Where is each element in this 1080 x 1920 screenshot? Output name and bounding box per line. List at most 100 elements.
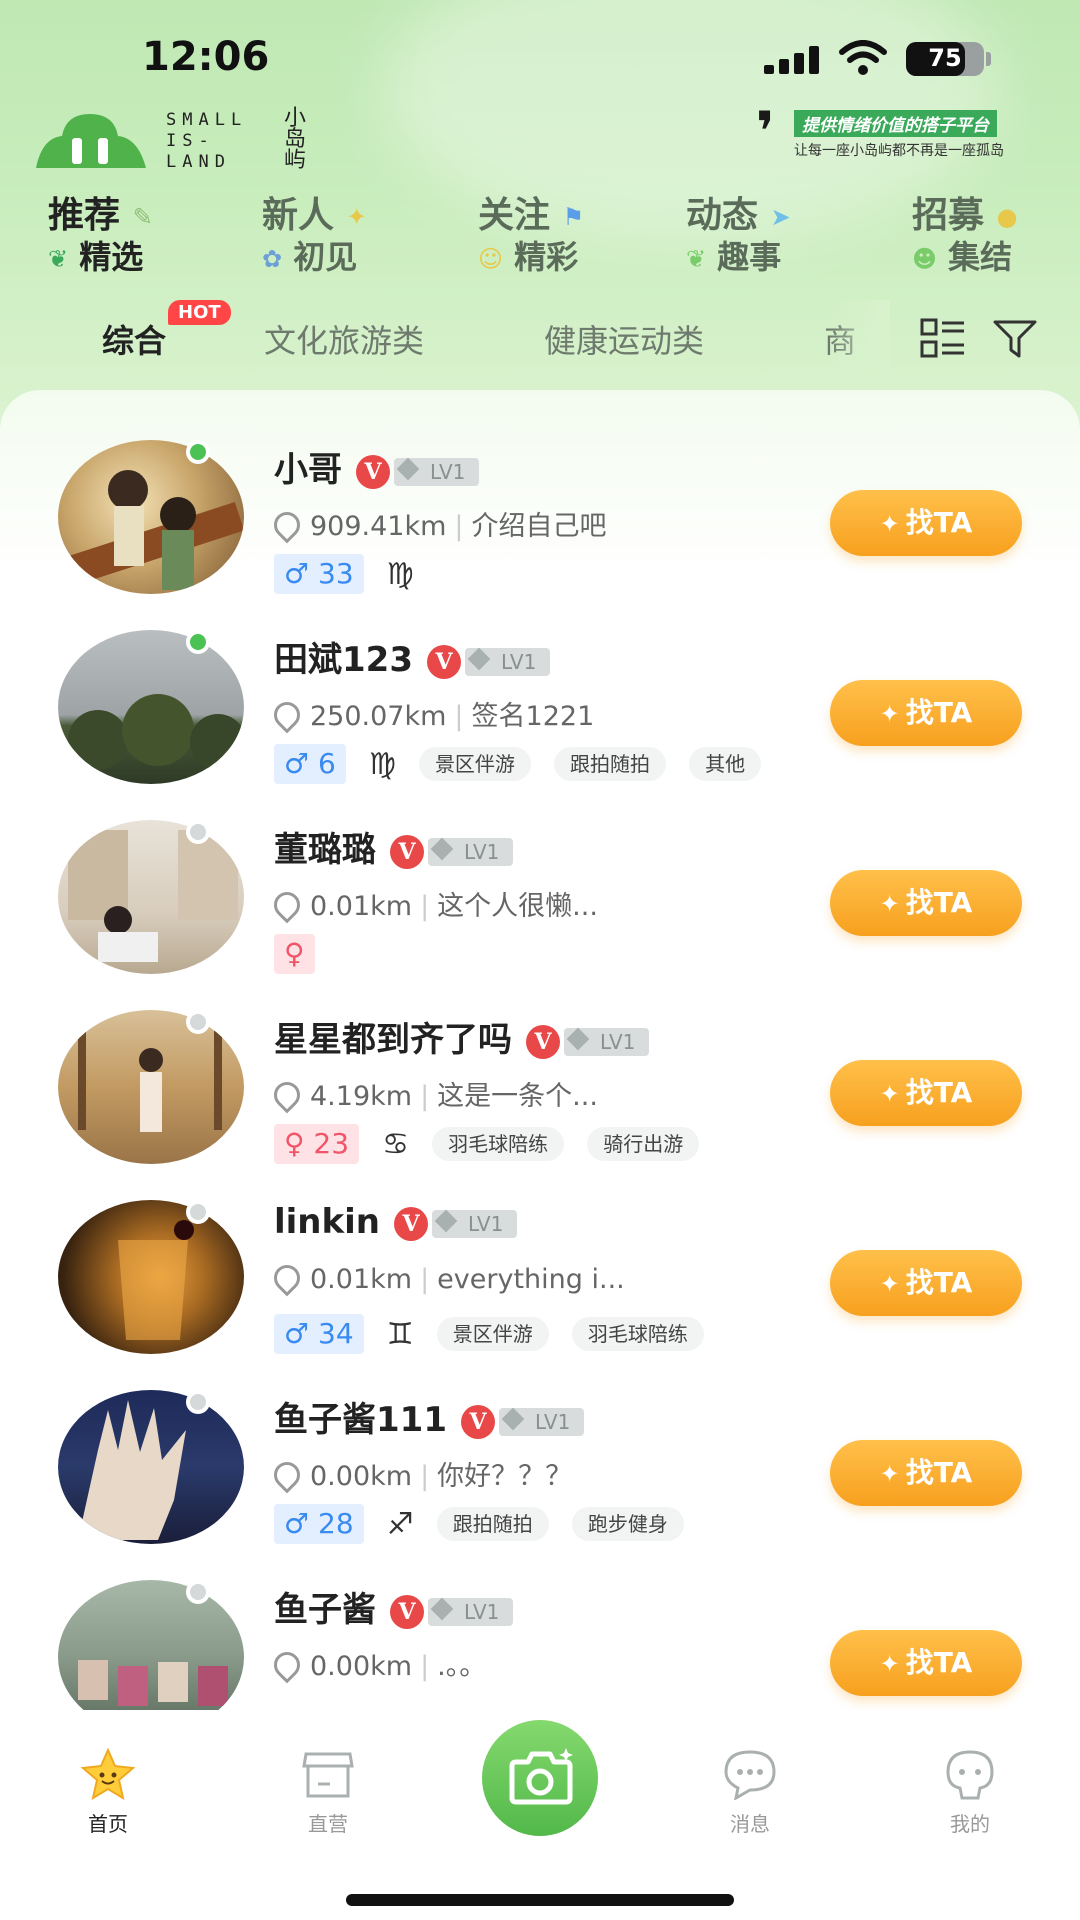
distance: 250.07km bbox=[310, 701, 447, 732]
category-sub: 趣事 bbox=[717, 238, 782, 276]
vip-badge: V bbox=[390, 834, 424, 869]
distance: 4.19km bbox=[310, 1081, 413, 1112]
leaf-icon: ❦ bbox=[48, 245, 69, 273]
nav-label: 直营 bbox=[308, 1812, 348, 1836]
user-list: 小哥 V LV1 909.41km | 介绍自己吧 ♂ 33 ♍ ✦ 找TA 田斌123 V… bbox=[0, 390, 1080, 1710]
list-item[interactable]: 小哥 V LV1 909.41km | 介绍自己吧 ♂ 33 ♍ ✦ 找TA bbox=[0, 390, 1080, 594]
vip-badge: V bbox=[390, 1594, 424, 1629]
list-item[interactable]: 董璐璐 V LV1 0.01km | 这个人很懒... ♀ ✦ 找TA bbox=[0, 770, 1080, 974]
find-ta-label: 找TA bbox=[905, 886, 973, 919]
list-item[interactable]: linkin V LV1 0.01km | everything i... ♂ 34 ♊… bbox=[0, 1150, 1080, 1354]
user-name: linkin bbox=[274, 1202, 380, 1242]
sparkle-icon: ✦ bbox=[879, 890, 900, 918]
camera-icon bbox=[509, 1748, 573, 1805]
list-item[interactable]: 星星都到齐了吗 V LV1 4.19km | 这是一条个... ♀ 23 ♋ 羽毛球陪练… bbox=[0, 960, 1080, 1164]
find-ta-label: 找TA bbox=[905, 1076, 973, 1109]
nav-store[interactable]: 直营 bbox=[268, 1740, 388, 1840]
list-item[interactable]: 田斌123 V LV1 250.07km | 签名1221 ♂ 6 ♍ 景区伴游 跟拍随… bbox=[0, 580, 1080, 784]
logo-text: SMALL IS- LAND bbox=[166, 110, 248, 172]
find-ta-button[interactable]: ✦ 找TA bbox=[830, 1060, 1022, 1126]
bio: .。。 bbox=[437, 1651, 487, 1682]
avatar[interactable] bbox=[58, 1010, 244, 1164]
online-status-dot bbox=[186, 1010, 210, 1034]
camera-button[interactable] bbox=[482, 1720, 598, 1836]
logo-chinese-text: 小岛屿 bbox=[284, 106, 307, 173]
location-pin-icon bbox=[268, 1646, 306, 1684]
category-sub: 集结 bbox=[948, 238, 1013, 276]
sparkle-icon: ✦ bbox=[879, 1080, 900, 1108]
bio: 介绍自己吧 bbox=[471, 511, 607, 542]
tab-culture-travel[interactable]: 文化旅游类 bbox=[264, 316, 424, 362]
bio: 这是一条个... bbox=[437, 1081, 598, 1112]
category-recommend[interactable]: 推荐 ✎ ❦ 精选 bbox=[48, 186, 228, 276]
list-item[interactable]: 鱼子酱111 V LV1 0.00km | 你好？？？ ♂ 28 ♐ 跟拍随拍 跑步健身… bbox=[0, 1340, 1080, 1544]
online-status-dot bbox=[186, 630, 210, 654]
sparkle-icon: ✦ bbox=[879, 1460, 900, 1488]
slogan-main: 提供情绪价值的搭子平台 bbox=[794, 110, 997, 137]
find-ta-button[interactable]: ✦ 找TA bbox=[830, 680, 1022, 746]
chat-bubble-icon bbox=[724, 1750, 776, 1800]
separator: | bbox=[420, 1081, 430, 1112]
location-pin-icon bbox=[268, 1076, 306, 1114]
category-follow[interactable]: 关注 ⚑ ☺ 精彩 bbox=[478, 186, 658, 276]
bio: 这个人很懒... bbox=[437, 891, 598, 922]
avatar[interactable] bbox=[58, 1580, 244, 1710]
home-indicator[interactable] bbox=[346, 1894, 734, 1906]
store-icon bbox=[302, 1752, 354, 1798]
level-badge: LV1 bbox=[498, 1407, 585, 1436]
location-pin-icon bbox=[268, 1456, 306, 1494]
avatar[interactable] bbox=[58, 1200, 244, 1354]
find-ta-button[interactable]: ✦ 找TA bbox=[830, 1440, 1022, 1506]
user-name: 星星都到齐了吗 bbox=[274, 1020, 512, 1060]
category-sub: 精选 bbox=[79, 238, 144, 276]
location-pin-icon bbox=[268, 886, 306, 924]
location-pin-icon bbox=[268, 696, 306, 734]
avatar[interactable] bbox=[58, 440, 244, 594]
avatar[interactable] bbox=[58, 820, 244, 974]
bio: 你好？？？ bbox=[437, 1461, 573, 1492]
online-status-dot bbox=[186, 1390, 210, 1414]
category-title: 关注 bbox=[478, 195, 551, 236]
bottom-nav: 首页 直营 消息 我的 bbox=[0, 1710, 1080, 1920]
category-title: 推荐 bbox=[48, 195, 121, 236]
nav-home[interactable]: 首页 bbox=[48, 1740, 168, 1840]
category-moments[interactable]: 动态 ➤ ❦ 趣事 bbox=[686, 186, 866, 276]
separator: | bbox=[454, 701, 464, 732]
list-item[interactable]: 鱼子酱 V LV1 0.00km |.。。 ✦ 找TA bbox=[0, 1530, 1080, 1710]
battery-percent: 75 bbox=[928, 44, 962, 72]
tab-all[interactable]: 综合 bbox=[102, 316, 166, 362]
level-badge: LV1 bbox=[431, 1209, 518, 1238]
category-recruit[interactable]: 招募 ● ☻ 集结 bbox=[912, 186, 1080, 276]
filter-icon[interactable] bbox=[992, 318, 1038, 360]
find-ta-button[interactable]: ✦ 找TA bbox=[830, 1250, 1022, 1316]
find-ta-label: 找TA bbox=[905, 1646, 973, 1679]
nav-profile[interactable]: 我的 bbox=[910, 1740, 1030, 1840]
find-ta-label: 找TA bbox=[905, 1266, 973, 1299]
nav-messages[interactable]: 消息 bbox=[690, 1740, 810, 1840]
vip-badge: V bbox=[526, 1024, 560, 1059]
find-ta-button[interactable]: ✦ 找TA bbox=[830, 1630, 1022, 1696]
bio: everything i... bbox=[437, 1264, 625, 1295]
online-status-dot bbox=[186, 440, 210, 464]
tab-health-sports[interactable]: 健康运动类 bbox=[544, 316, 704, 362]
find-ta-label: 找TA bbox=[905, 696, 973, 729]
find-ta-button[interactable]: ✦ 找TA bbox=[830, 870, 1022, 936]
nav-label: 首页 bbox=[88, 1812, 128, 1836]
avatar[interactable] bbox=[58, 1390, 244, 1544]
battery-icon: 75 bbox=[906, 42, 984, 76]
separator: | bbox=[420, 1651, 430, 1682]
hot-badge: HOT bbox=[168, 300, 231, 325]
location-pin-icon bbox=[268, 1259, 306, 1297]
category-title: 招募 bbox=[912, 195, 985, 236]
person-icon: ☻ bbox=[912, 245, 938, 273]
layout-toggle-icon[interactable] bbox=[920, 318, 966, 358]
find-ta-button[interactable]: ✦ 找TA bbox=[830, 490, 1022, 556]
user-name: 鱼子酱111 bbox=[274, 1400, 447, 1440]
separator: | bbox=[420, 1461, 430, 1492]
separator: | bbox=[420, 1264, 430, 1295]
user-name: 鱼子酱 bbox=[274, 1590, 376, 1630]
vip-badge: V bbox=[356, 454, 390, 489]
category-newcomer[interactable]: 新人 ✦ ✿ 初见 bbox=[262, 186, 442, 276]
sparkle-icon: ✦ bbox=[879, 510, 900, 538]
avatar[interactable] bbox=[58, 630, 244, 784]
